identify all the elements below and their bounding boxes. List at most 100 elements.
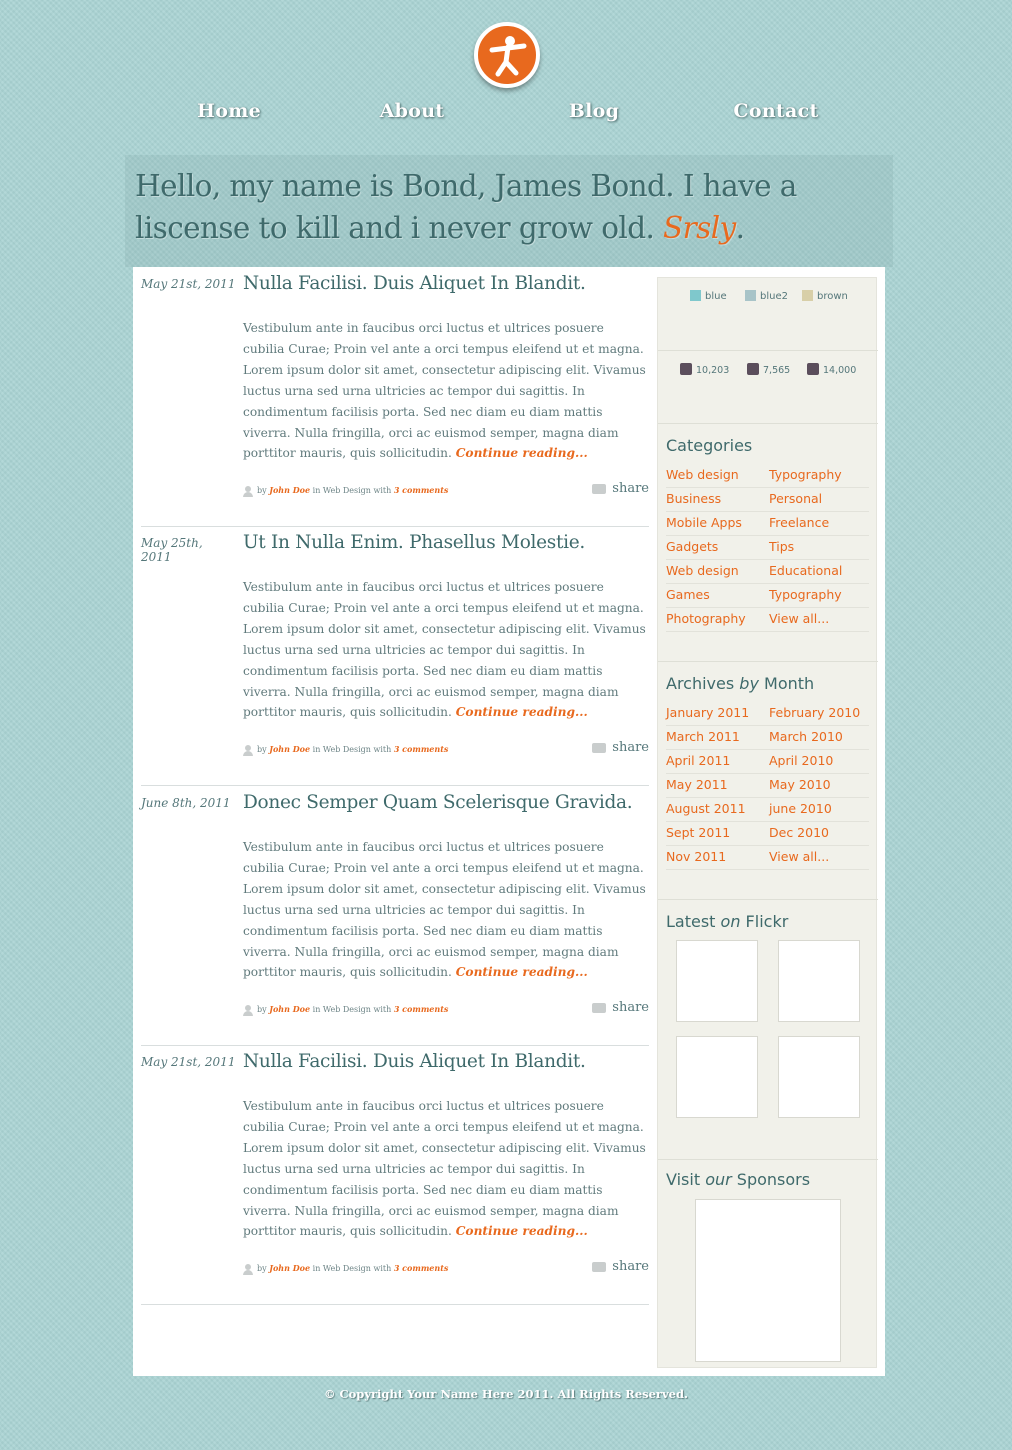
- meta-by: by: [257, 1005, 267, 1014]
- speech-bubble-icon: [592, 1002, 607, 1013]
- archive-link[interactable]: March 2011: [666, 729, 740, 744]
- theme-blue[interactable]: blue: [690, 290, 727, 302]
- author-link[interactable]: John Doe: [269, 1004, 310, 1014]
- flickr-thumbnail[interactable]: [778, 940, 860, 1022]
- post-title[interactable]: Nulla Facilisi. Duis Aliquet In Blandit.: [243, 1051, 649, 1072]
- archive-link[interactable]: January 2011: [666, 705, 749, 720]
- archive-link[interactable]: Sept 2011: [666, 825, 730, 840]
- blog-post: June 8th, 2011 Donec Semper Quam Sceleri…: [141, 786, 649, 1046]
- post-meta: by John Doe in Web Design with 3 comment…: [243, 485, 543, 497]
- user-icon: [243, 1004, 253, 1016]
- sidebar: blue blue2 brown 10,203 7,565 14,000 Cat…: [657, 277, 878, 1368]
- category-row: Games Typography: [666, 583, 869, 608]
- flickr-title-em: on: [720, 912, 741, 931]
- flickr-thumbnail[interactable]: [676, 1036, 758, 1118]
- theme-brown[interactable]: brown: [802, 290, 848, 302]
- nav-about[interactable]: About: [342, 100, 482, 122]
- archive-link[interactable]: April 2010: [769, 753, 833, 768]
- continue-reading-link[interactable]: Continue reading...: [456, 705, 588, 719]
- archive-link[interactable]: April 2011: [666, 753, 730, 768]
- author-link[interactable]: John Doe: [269, 1263, 310, 1273]
- meta-category: in Web Design with: [312, 1264, 392, 1273]
- nav-blog[interactable]: Blog: [524, 100, 664, 122]
- category-link[interactable]: Web design: [666, 563, 739, 578]
- share-button[interactable]: share: [592, 1000, 649, 1015]
- archive-row: Sept 2011 Dec 2010: [666, 821, 869, 846]
- archive-link[interactable]: Dec 2010: [769, 825, 829, 840]
- speech-bubble-icon: [592, 742, 607, 753]
- author-link[interactable]: John Doe: [269, 744, 310, 754]
- blog-post: May 21st, 2011 Nulla Facilisi. Duis Aliq…: [141, 1045, 649, 1305]
- share-button[interactable]: share: [592, 481, 649, 496]
- continue-reading-link[interactable]: Continue reading...: [456, 446, 588, 460]
- category-link[interactable]: Freelance: [769, 515, 829, 530]
- speech-bubble-icon: [592, 483, 607, 494]
- archive-link[interactable]: August 2011: [666, 801, 746, 816]
- comments-link[interactable]: 3 comments: [394, 1263, 449, 1273]
- sponsors-title-em: our: [705, 1170, 732, 1189]
- post-date: May 21st, 2011: [141, 1055, 236, 1069]
- post-meta: by John Doe in Web Design with 3 comment…: [243, 1263, 543, 1275]
- archive-link[interactable]: May 2010: [769, 777, 831, 792]
- speech-bubble-icon: [592, 1261, 607, 1272]
- category-link[interactable]: Typography: [769, 587, 842, 602]
- archive-link[interactable]: February 2010: [769, 705, 860, 720]
- archive-link[interactable]: May 2011: [666, 777, 728, 792]
- author-link[interactable]: John Doe: [269, 485, 310, 495]
- continue-reading-link[interactable]: Continue reading...: [456, 1224, 588, 1238]
- theme-blue2[interactable]: blue2: [745, 290, 788, 302]
- site-logo[interactable]: [474, 22, 540, 88]
- hero-period: .: [735, 211, 745, 245]
- user-icon: [243, 744, 253, 756]
- categories-title: Categories: [666, 436, 753, 455]
- comments-link[interactable]: 3 comments: [394, 744, 449, 754]
- archive-link[interactable]: Nov 2011: [666, 849, 726, 864]
- share-button[interactable]: share: [592, 1259, 649, 1274]
- category-link[interactable]: Personal: [769, 491, 822, 506]
- category-link[interactable]: Mobile Apps: [666, 515, 742, 530]
- hero-emphasis: Srsly: [663, 211, 736, 245]
- sponsor-banner[interactable]: [695, 1199, 841, 1362]
- nav-home[interactable]: Home: [159, 100, 299, 122]
- content-panel: May 21st, 2011 Nulla Facilisi. Duis Aliq…: [133, 267, 885, 1376]
- category-link[interactable]: Web design: [666, 467, 739, 482]
- category-link[interactable]: Games: [666, 587, 710, 602]
- comments-link[interactable]: 3 comments: [394, 1004, 449, 1014]
- category-link[interactable]: Business: [666, 491, 721, 506]
- post-title[interactable]: Ut In Nulla Enim. Phasellus Molestie.: [243, 532, 649, 553]
- category-link[interactable]: Tips: [769, 539, 794, 554]
- archives-title-a: Archives: [666, 674, 740, 693]
- archive-link[interactable]: june 2010: [769, 801, 832, 816]
- twitter-stat[interactable]: 7,565: [747, 363, 790, 376]
- share-label: share: [612, 1259, 649, 1274]
- archive-link[interactable]: March 2010: [769, 729, 843, 744]
- post-excerpt: Vestibulum ante in faucibus orci luctus …: [243, 321, 646, 461]
- archive-row: May 2011 May 2010: [666, 773, 869, 798]
- archives-title-b: Month: [758, 674, 815, 693]
- flickr-thumbnail[interactable]: [778, 1036, 860, 1118]
- category-link[interactable]: Photography: [666, 611, 746, 626]
- share-button[interactable]: share: [592, 740, 649, 755]
- flickr-title-b: Flickr: [740, 912, 789, 931]
- theme-label: blue2: [760, 291, 788, 302]
- category-link[interactable]: Educational: [769, 563, 842, 578]
- continue-reading-link[interactable]: Continue reading...: [456, 965, 588, 979]
- category-link[interactable]: Typography: [769, 467, 842, 482]
- share-label: share: [612, 481, 649, 496]
- sponsors-title: Visit our Sponsors: [666, 1170, 810, 1189]
- rss-stat[interactable]: 10,203: [680, 363, 729, 376]
- post-title[interactable]: Nulla Facilisi. Duis Aliquet In Blandit.: [243, 273, 649, 294]
- view-all-archives-link[interactable]: View all...: [769, 849, 829, 864]
- category-link[interactable]: Gadgets: [666, 539, 718, 554]
- category-row: Web design Typography: [666, 463, 869, 488]
- categories-widget: Categories Web design Typography Business…: [658, 423, 878, 662]
- sponsors-title-a: Visit: [666, 1170, 706, 1189]
- nav-contact[interactable]: Contact: [706, 100, 846, 122]
- post-title[interactable]: Donec Semper Quam Scelerisque Gravida.: [243, 792, 649, 813]
- archive-row: January 2011 February 2010: [666, 701, 869, 726]
- facebook-stat[interactable]: 14,000: [807, 363, 856, 376]
- view-all-categories-link[interactable]: View all...: [769, 611, 829, 626]
- category-row: Mobile Apps Freelance: [666, 511, 869, 536]
- flickr-thumbnail[interactable]: [676, 940, 758, 1022]
- comments-link[interactable]: 3 comments: [394, 485, 449, 495]
